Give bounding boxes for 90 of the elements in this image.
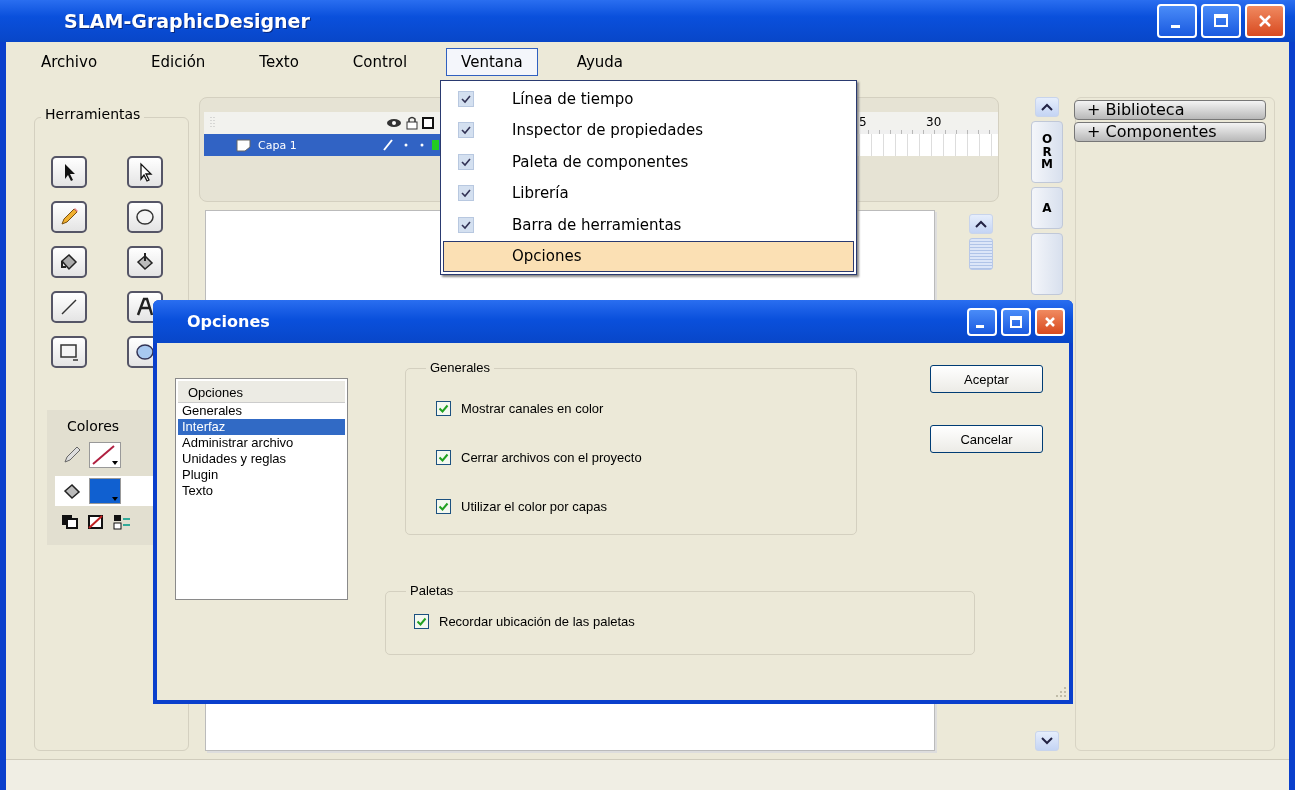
- text-tool-icon: [134, 296, 156, 318]
- no-color-icon[interactable]: [87, 514, 105, 530]
- panel-toggle-button[interactable]: + Biblioteca: [1074, 100, 1266, 120]
- eye-icon: [386, 117, 402, 129]
- menu-item[interactable]: Opciones: [443, 240, 854, 272]
- scroll-up-button[interactable]: [1035, 97, 1059, 117]
- menu-item[interactable]: Paleta de componentes: [443, 146, 854, 178]
- menu-item[interactable]: Ayuda: [561, 48, 639, 76]
- maximize-button[interactable]: [1001, 307, 1031, 336]
- fill-color-swatch[interactable]: [89, 478, 121, 504]
- maximize-button[interactable]: [1201, 4, 1241, 38]
- list-item[interactable]: Interfaz: [178, 419, 345, 435]
- side-tab[interactable]: A: [1031, 187, 1063, 229]
- list-item[interactable]: Plugin: [178, 467, 345, 483]
- maximize-icon: [1009, 314, 1023, 329]
- stroke-color-icon: [90, 443, 120, 467]
- resize-grip-icon[interactable]: [1055, 686, 1067, 698]
- checkbox[interactable]: [414, 614, 429, 629]
- list-item[interactable]: Texto: [178, 483, 345, 499]
- side-tab[interactable]: ORM: [1031, 121, 1063, 183]
- list-item[interactable]: Unidades y reglas: [178, 451, 345, 467]
- checkbox[interactable]: [436, 499, 451, 514]
- checkbox[interactable]: [436, 401, 451, 416]
- rectangle-icon: [58, 341, 80, 363]
- oval-tool-button[interactable]: [127, 201, 163, 233]
- group-title: Generales: [426, 360, 494, 375]
- close-icon: [1043, 314, 1057, 329]
- menu-item[interactable]: Librería: [443, 177, 854, 209]
- minimize-icon: [1170, 24, 1180, 28]
- layer-name: Capa 1: [258, 138, 298, 152]
- window-title: SLAM-GraphicDesigner: [64, 10, 311, 32]
- checkbox-label: Mostrar canales en color: [461, 401, 604, 416]
- scroll-up-button[interactable]: [969, 214, 993, 234]
- stroke-color-swatch[interactable]: [89, 442, 121, 468]
- list-item[interactable]: Generales: [178, 403, 345, 419]
- checkbox-label: Utilizar el color por capas: [461, 499, 607, 514]
- close-button[interactable]: [1035, 307, 1065, 336]
- close-button[interactable]: [1245, 4, 1285, 38]
- maximize-icon: [1213, 13, 1229, 29]
- menu-item[interactable]: Barra de herramientas: [443, 209, 854, 241]
- checkbox[interactable]: [436, 450, 451, 465]
- chevron-up-icon: [974, 219, 988, 229]
- minimize-icon: [976, 325, 984, 328]
- list-item[interactable]: Administrar archivo: [178, 435, 345, 451]
- close-icon: [1257, 13, 1273, 29]
- ink-bottle-tool-button[interactable]: [51, 246, 87, 278]
- menu-item[interactable]: Texto: [244, 48, 314, 76]
- pencil-icon: [382, 139, 394, 151]
- swap-colors-icon[interactable]: [113, 514, 131, 530]
- frame-number: 5: [859, 115, 867, 129]
- scroll-down-button[interactable]: [1035, 731, 1059, 751]
- subselect-tool-button[interactable]: [127, 156, 163, 188]
- minimize-button[interactable]: [967, 307, 997, 336]
- paint-bucket-tool-button[interactable]: [127, 246, 163, 278]
- minimize-button[interactable]: [1157, 4, 1197, 38]
- layer-row[interactable]: Capa 1: [204, 134, 440, 156]
- checkbox-label: Cerrar archivos con el proyecto: [461, 450, 642, 465]
- dialog-button[interactable]: Cancelar: [930, 425, 1043, 453]
- rectangle-tool-button[interactable]: [51, 336, 87, 368]
- default-colors-icon[interactable]: [61, 514, 79, 530]
- menu-item[interactable]: Inspector de propiedades: [443, 114, 854, 146]
- group-title: Paletas: [406, 583, 458, 598]
- pencil-icon: [58, 206, 80, 228]
- scroll-thumb[interactable]: [969, 238, 993, 270]
- menu-item[interactable]: Ventana: [446, 48, 538, 76]
- lock-icon: [406, 116, 418, 130]
- panel-title: Colores: [66, 418, 121, 434]
- chevron-up-icon: [1040, 102, 1054, 112]
- drag-handle-icon: [210, 116, 216, 130]
- panel-toggle-button[interactable]: + Componentes: [1074, 122, 1266, 142]
- layer-icon: [236, 138, 252, 152]
- filled-oval-icon: [134, 341, 156, 363]
- menu-item[interactable]: Control: [337, 48, 423, 76]
- panel-title: Herramientas: [41, 106, 145, 122]
- checkbox-label: Recordar ubicación de las paletas: [439, 614, 635, 629]
- oval-icon: [134, 206, 156, 228]
- list-header: Opciones: [178, 381, 345, 403]
- pencil-tool-button[interactable]: [51, 201, 87, 233]
- menu-item[interactable]: Edición: [136, 48, 221, 76]
- line-tool-button[interactable]: [51, 291, 87, 323]
- chevron-down-icon: [1040, 736, 1054, 746]
- pointer-tool-button[interactable]: [51, 156, 87, 188]
- outline-icon: [422, 117, 434, 129]
- dialog-title: Opciones: [187, 312, 271, 331]
- menu-item[interactable]: Línea de tiempo: [443, 83, 854, 115]
- menu-item[interactable]: Archivo: [26, 48, 113, 76]
- dialog-button[interactable]: Aceptar: [930, 365, 1043, 393]
- frame-number: 30: [926, 115, 942, 129]
- pencil-icon: [61, 444, 83, 466]
- fill-color-icon: [90, 479, 120, 503]
